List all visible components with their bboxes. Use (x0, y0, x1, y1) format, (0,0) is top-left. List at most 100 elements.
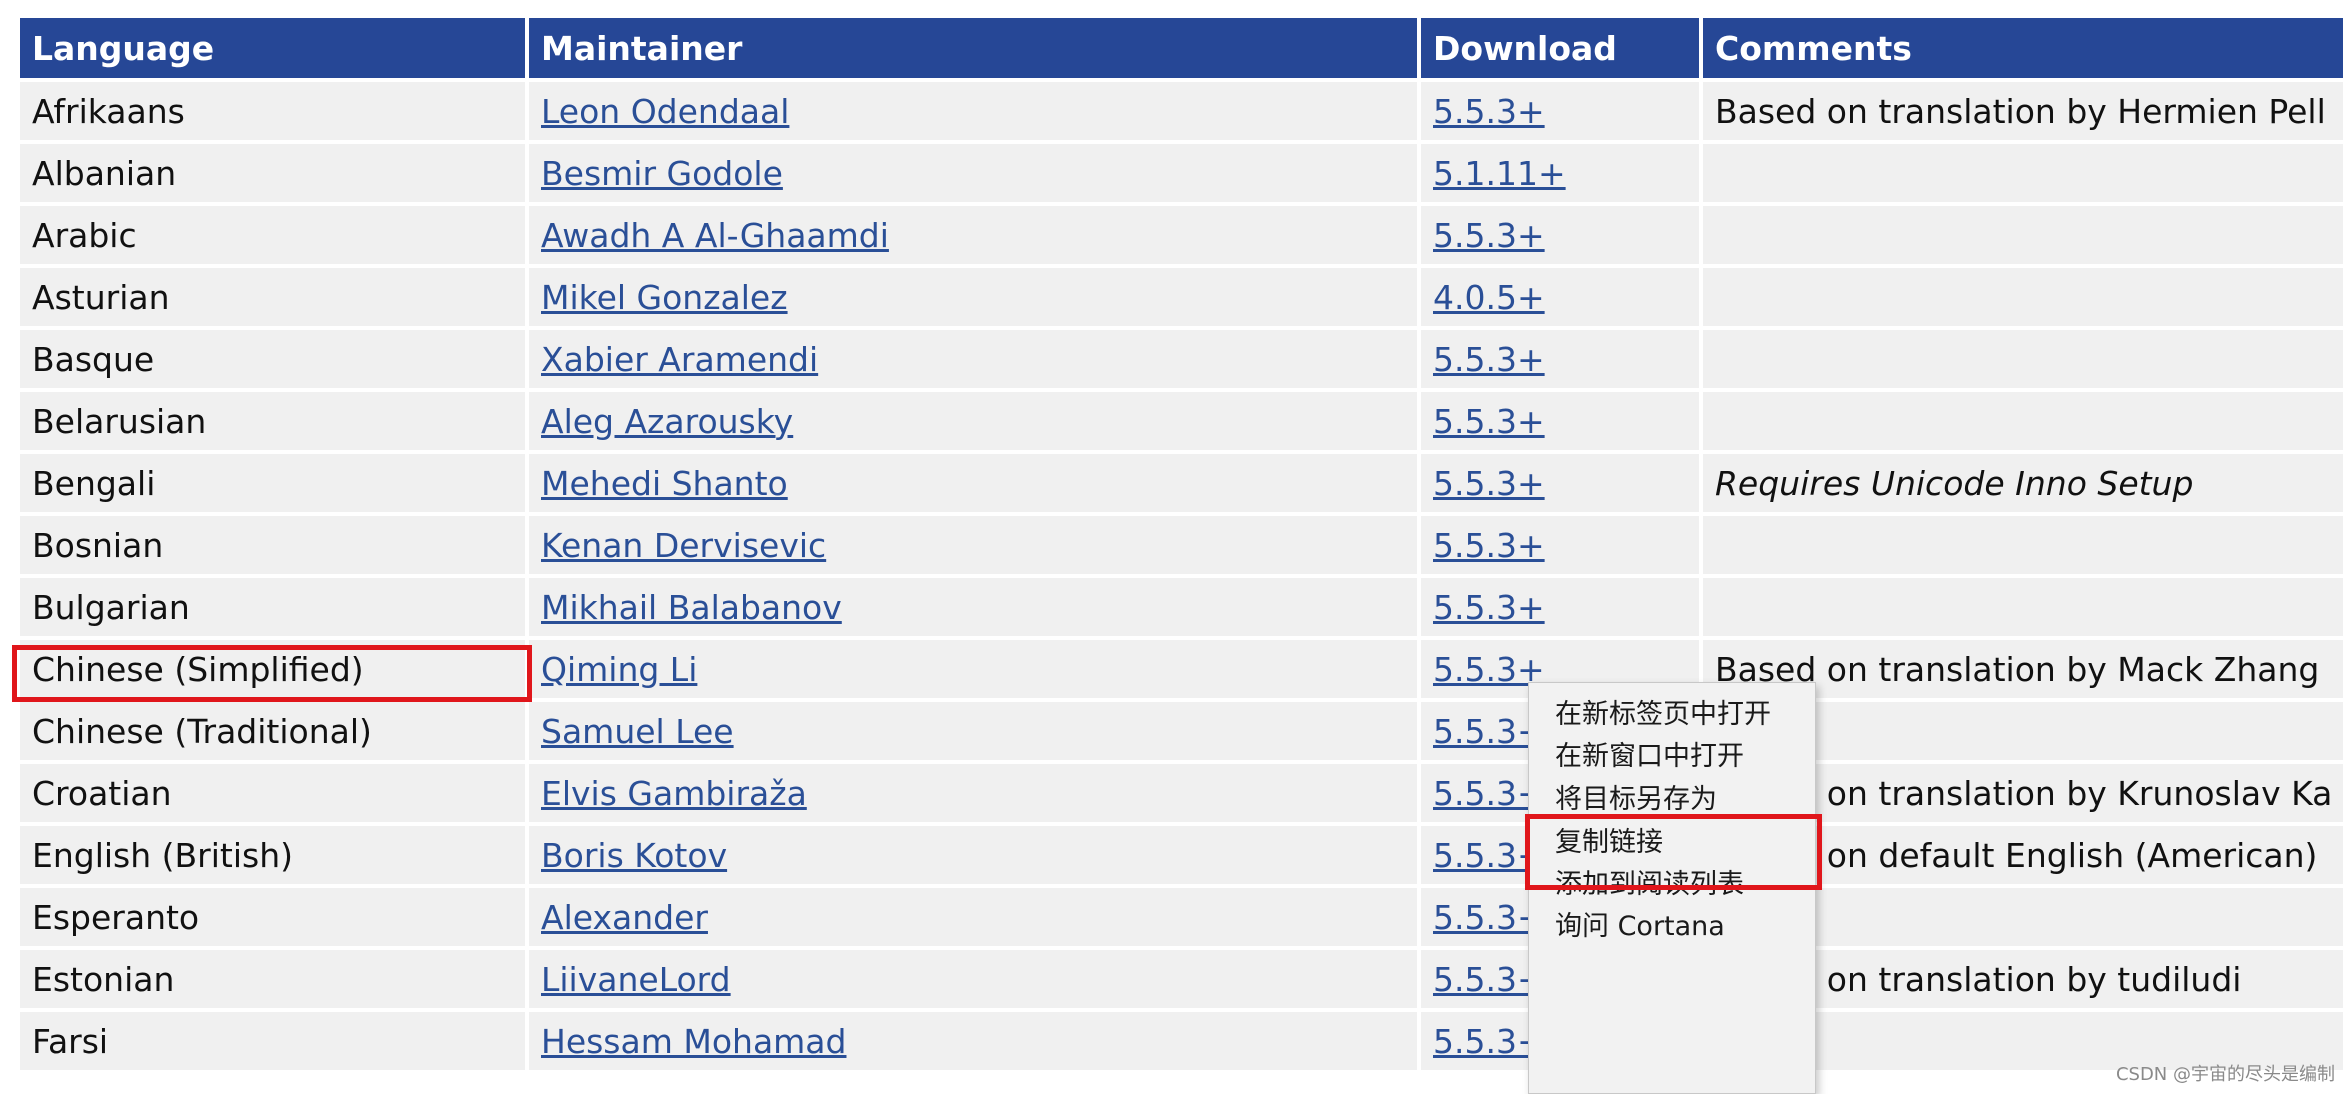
language-cell: Esperanto (20, 888, 525, 946)
maintainer-link[interactable]: Xabier Aramendi (541, 340, 818, 379)
language-cell: Belarusian (20, 392, 525, 450)
comment-cell (1703, 330, 2343, 388)
table-body: Afrikaans Leon Odendaal 5.5.3+ Based on tra… (20, 82, 2343, 1070)
download-link[interactable]: 5.5.3+ (1433, 588, 1545, 627)
maintainer-link[interactable]: Samuel Lee (541, 712, 734, 751)
download-link[interactable]: 5.5.3+ (1433, 340, 1545, 379)
download-cell: 5.5.3+ (1421, 82, 1699, 140)
maintainer-cell: Hessam Mohamad (529, 1012, 1417, 1070)
maintainer-link[interactable]: Boris Kotov (541, 836, 727, 875)
language-cell: Bosnian (20, 516, 525, 574)
download-link[interactable]: 5.5.3+ (1433, 464, 1545, 503)
column-header-language: Language (20, 18, 525, 78)
maintainer-link[interactable]: Leon Odendaal (541, 92, 789, 131)
language-cell: Asturian (20, 268, 525, 326)
download-cell: 5.1.11+ (1421, 144, 1699, 202)
context-menu: 在新标签页中打开 在新窗口中打开 将目标另存为 复制链接 添加到阅读列表 询问 Corta… (1528, 682, 1816, 1094)
language-cell: Afrikaans (20, 82, 525, 140)
translations-table: Language Maintainer Download Comments Af… (16, 14, 2345, 1074)
language-cell: English (British) (20, 826, 525, 884)
comment-cell (1703, 268, 2343, 326)
maintainer-link[interactable]: Besmir Godole (541, 154, 783, 193)
download-link[interactable]: 4.0.5+ (1433, 278, 1545, 317)
download-link[interactable]: 5.5.3+ (1433, 526, 1545, 565)
language-cell: Estonian (20, 950, 525, 1008)
maintainer-cell: Boris Kotov (529, 826, 1417, 884)
comment-cell: Requires Unicode Inno Setup (1703, 454, 2343, 512)
maintainer-cell: Mikel Gonzalez (529, 268, 1417, 326)
comment-cell: Based on translation by Hermien Pell (1703, 82, 2343, 140)
comment-cell (1703, 392, 2343, 450)
download-link[interactable]: 5.5.3+ (1433, 216, 1545, 255)
download-cell: 5.5.3+ (1421, 454, 1699, 512)
maintainer-cell: Mehedi Shanto (529, 454, 1417, 512)
table-row: English (British) Boris Kotov 5.5.3+ Based … (20, 826, 2343, 884)
table-row: Arabic Awadh A Al-Ghaamdi 5.5.3+ (20, 206, 2343, 264)
download-cell: 5.5.3+ (1421, 330, 1699, 388)
maintainer-cell: LiivaneLord (529, 950, 1417, 1008)
language-cell: Chinese (Traditional) (20, 702, 525, 760)
maintainer-link[interactable]: Mehedi Shanto (541, 464, 788, 503)
table-row: Farsi Hessam Mohamad 5.5.3+ (20, 1012, 2343, 1070)
table-row: Bengali Mehedi Shanto 5.5.3+ Requires Unico… (20, 454, 2343, 512)
download-link[interactable]: 5.5.3+ (1433, 402, 1545, 441)
maintainer-link[interactable]: Kenan Dervisevic (541, 526, 826, 565)
download-cell: 5.5.3+ (1421, 392, 1699, 450)
maintainer-cell: Mikhail Balabanov (529, 578, 1417, 636)
download-cell: 5.5.3+ (1421, 578, 1699, 636)
comment-cell (1703, 144, 2343, 202)
maintainer-cell: Xabier Aramendi (529, 330, 1417, 388)
language-cell: Croatian (20, 764, 525, 822)
language-cell: Farsi (20, 1012, 525, 1070)
language-cell: Arabic (20, 206, 525, 264)
download-cell: 5.5.3+ (1421, 516, 1699, 574)
table-row: Albanian Besmir Godole 5.1.11+ (20, 144, 2343, 202)
maintainer-cell: Samuel Lee (529, 702, 1417, 760)
maintainer-cell: Elvis Gambiraža (529, 764, 1417, 822)
comment-cell (1703, 578, 2343, 636)
maintainer-cell: Kenan Dervisevic (529, 516, 1417, 574)
maintainer-cell: Awadh A Al-Ghaamdi (529, 206, 1417, 264)
maintainer-cell: Besmir Godole (529, 144, 1417, 202)
language-cell: Basque (20, 330, 525, 388)
column-header-comments: Comments (1703, 18, 2343, 78)
language-cell: Bulgarian (20, 578, 525, 636)
table-row: Esperanto Alexander 5.5.3+ (20, 888, 2343, 946)
table-header-row: Language Maintainer Download Comments (20, 18, 2343, 78)
language-cell: Bengali (20, 454, 525, 512)
maintainer-cell: Leon Odendaal (529, 82, 1417, 140)
table-row: Estonian LiivaneLord 5.5.3+ Based on transl… (20, 950, 2343, 1008)
page: Language Maintainer Download Comments Af… (0, 0, 2345, 1094)
table-row: Afrikaans Leon Odendaal 5.5.3+ Based on tra… (20, 82, 2343, 140)
language-cell: Chinese (Simplified) (20, 640, 525, 698)
maintainer-cell: Aleg Azarousky (529, 392, 1417, 450)
maintainer-cell: Qiming Li (529, 640, 1417, 698)
maintainer-link[interactable]: Aleg Azarousky (541, 402, 793, 441)
maintainer-link[interactable]: Elvis Gambiraža (541, 774, 807, 813)
maintainer-link[interactable]: Qiming Li (541, 650, 697, 689)
comment-cell (1703, 206, 2343, 264)
table-row: Chinese (Traditional) Samuel Lee 5.5.3+ (20, 702, 2343, 760)
download-cell: 4.0.5+ (1421, 268, 1699, 326)
watermark: CSDN @宇宙的尽头是编制 (2115, 1064, 2335, 1085)
maintainer-link[interactable]: Awadh A Al-Ghaamdi (541, 216, 889, 255)
table-row: Chinese (Simplified) Qiming Li 5.5.3+ Based… (20, 640, 2343, 698)
maintainer-link[interactable]: LiivaneLord (541, 960, 731, 999)
comment-cell (1703, 516, 2343, 574)
maintainer-link[interactable]: Hessam Mohamad (541, 1022, 846, 1061)
table-row: Croatian Elvis Gambiraža 5.5.3+ Based on tr… (20, 764, 2343, 822)
maintainer-link[interactable]: Alexander (541, 898, 708, 937)
table-row: Asturian Mikel Gonzalez 4.0.5+ (20, 268, 2343, 326)
table-row: Basque Xabier Aramendi 5.5.3+ (20, 330, 2343, 388)
download-link[interactable]: 5.5.3+ (1433, 92, 1545, 131)
context-menu-item[interactable]: 询问 Cortana (1529, 897, 1815, 957)
column-header-download: Download (1421, 18, 1699, 78)
table-row: Bulgarian Mikhail Balabanov 5.5.3+ (20, 578, 2343, 636)
table-row: Bosnian Kenan Dervisevic 5.5.3+ (20, 516, 2343, 574)
download-link[interactable]: 5.1.11+ (1433, 154, 1566, 193)
download-cell: 5.5.3+ (1421, 206, 1699, 264)
maintainer-link[interactable]: Mikhail Balabanov (541, 588, 842, 627)
maintainer-link[interactable]: Mikel Gonzalez (541, 278, 788, 317)
column-header-maintainer: Maintainer (529, 18, 1417, 78)
table-row: Belarusian Aleg Azarousky 5.5.3+ (20, 392, 2343, 450)
